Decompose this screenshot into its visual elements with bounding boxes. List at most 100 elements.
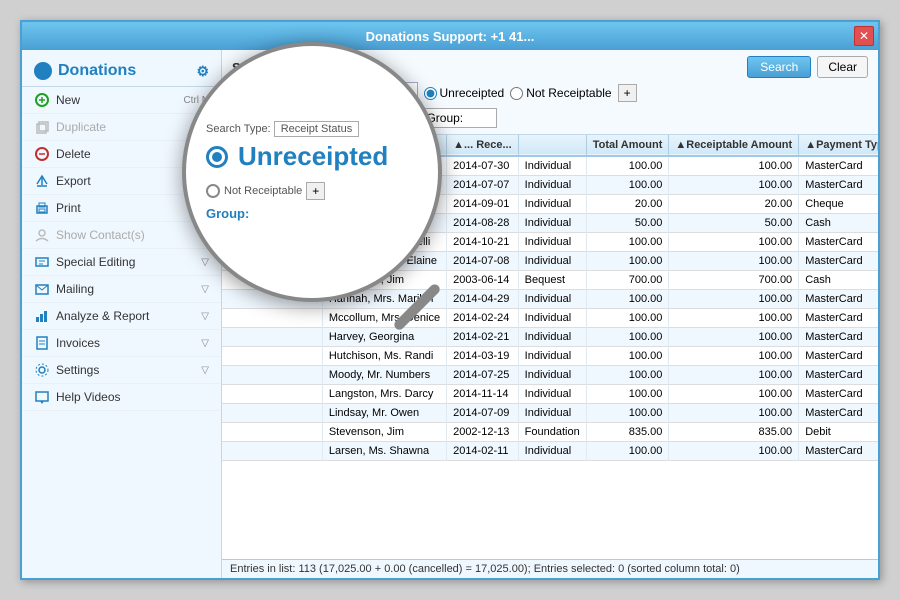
cell-receiptable: 50.00 xyxy=(669,214,799,233)
mag-plus-btn[interactable]: + xyxy=(306,182,325,200)
cell-payment: MasterCard xyxy=(799,252,878,271)
close-button[interactable]: ✕ xyxy=(854,26,874,46)
settings-icon xyxy=(34,362,50,378)
sidebar-item-print-label: Print xyxy=(56,201,81,215)
delete-icon xyxy=(34,146,50,162)
col-total[interactable]: Total Amount xyxy=(586,135,669,156)
sidebar-item-duplicate-label: Duplicate xyxy=(56,120,106,134)
sidebar-item-settings[interactable]: Settings ▽ xyxy=(22,357,221,384)
cell-name: Harvey, Georgina xyxy=(322,328,446,347)
cell-receiptable: 100.00 xyxy=(669,290,799,309)
table-row[interactable]: Stevenson, Jim 2002-12-13 Foundation 835… xyxy=(222,423,878,442)
plus-button[interactable]: + xyxy=(618,84,637,102)
table-row[interactable]: Langston, Mrs. Darcy 2014-11-14 Individu… xyxy=(222,385,878,404)
cell-payment: MasterCard xyxy=(799,442,878,461)
cell-tax xyxy=(222,309,322,328)
cell-receiptable: 100.00 xyxy=(669,309,799,328)
mag-unreceipted-row: Unreceipted xyxy=(206,141,388,172)
cell-tax xyxy=(222,442,322,461)
clear-button[interactable]: Clear xyxy=(817,56,868,78)
cell-payment: Debit xyxy=(799,423,878,442)
sidebar-item-help[interactable]: Help Videos xyxy=(22,384,221,411)
table-row[interactable]: Larsen, Ms. Shawna 2014-02-11 Individual… xyxy=(222,442,878,461)
mag-unreceipted-text: Unreceipted xyxy=(238,141,388,172)
cell-tax xyxy=(222,347,322,366)
cell-type: Individual xyxy=(518,442,586,461)
mag-not-receiptable-label: Not Receiptable xyxy=(224,185,302,197)
mag-empty-radio xyxy=(206,184,220,198)
cell-receiptable: 20.00 xyxy=(669,195,799,214)
mag-group-label: Group: xyxy=(206,206,249,221)
cell-payment: MasterCard xyxy=(799,347,878,366)
cell-receiptable: 100.00 xyxy=(669,328,799,347)
radio-unreceipted[interactable]: Unreceipted xyxy=(424,86,505,100)
mag-radio-dot xyxy=(212,152,222,162)
table-row[interactable]: Hutchison, Ms. Randi 2014-03-19 Individu… xyxy=(222,347,878,366)
title-bar: Donations Support: +1 41... ✕ xyxy=(22,22,878,50)
table-row[interactable]: Lindsay, Mr. Owen 2014-07-09 Individual … xyxy=(222,404,878,423)
settings-arrow: ▽ xyxy=(201,365,209,376)
sidebar-item-new[interactable]: New Ctrl N xyxy=(22,87,221,114)
sidebar-item-delete-label: Delete xyxy=(56,147,91,161)
cell-type: Foundation xyxy=(518,423,586,442)
cell-name: Larsen, Ms. Shawna xyxy=(322,442,446,461)
table-row[interactable]: Mccollum, Mrs. Denice 2014-02-24 Individ… xyxy=(222,309,878,328)
cell-type: Individual xyxy=(518,404,586,423)
cell-receiptable: 700.00 xyxy=(669,271,799,290)
status-text: Entries in list: 113 (17,025.00 + 0.00 (… xyxy=(230,563,740,575)
cell-type: Individual xyxy=(518,252,586,271)
donations-icon xyxy=(34,62,52,80)
sidebar-item-special-editing[interactable]: Special Editing ▽ xyxy=(22,249,221,276)
sidebar-item-special-label: Special Editing xyxy=(56,255,135,269)
sidebar-item-new-label: New xyxy=(56,93,80,107)
cell-total: 100.00 xyxy=(586,328,669,347)
cell-tax xyxy=(222,328,322,347)
cell-total: 100.00 xyxy=(586,385,669,404)
sidebar-item-invoices[interactable]: Invoices ▽ xyxy=(22,330,221,357)
cell-payment: MasterCard xyxy=(799,156,878,176)
magnifier-overlay: Search Type: Receipt Status Unreceipted … xyxy=(182,42,442,302)
radio-not-receiptable[interactable]: Not Receiptable xyxy=(510,86,611,100)
new-icon xyxy=(34,92,50,108)
sidebar-config-icon[interactable]: ⚙ xyxy=(196,63,209,80)
cell-payment: MasterCard xyxy=(799,385,878,404)
cell-receiptable: 100.00 xyxy=(669,176,799,195)
sidebar-item-mailing[interactable]: Mailing ▽ xyxy=(22,276,221,303)
mailing-arrow: ▽ xyxy=(201,284,209,295)
duplicate-icon xyxy=(34,119,50,135)
cell-total: 100.00 xyxy=(586,309,669,328)
sidebar-item-analyze[interactable]: Analyze & Report ▽ xyxy=(22,303,221,330)
special-icon xyxy=(34,254,50,270)
cell-receiptable: 100.00 xyxy=(669,233,799,252)
cell-date: 2014-09-01 xyxy=(447,195,519,214)
cell-tax xyxy=(222,385,322,404)
cell-receiptable: 100.00 xyxy=(669,385,799,404)
col-payment[interactable]: ▲Payment Type Name xyxy=(799,135,878,156)
col-type[interactable] xyxy=(518,135,586,156)
sidebar-item-export-label: Export xyxy=(56,174,91,188)
cell-tax xyxy=(222,366,322,385)
cell-total: 100.00 xyxy=(586,290,669,309)
analyze-icon xyxy=(34,308,50,324)
col-receiptable[interactable]: ▲Receiptable Amount xyxy=(669,135,799,156)
cell-date: 2014-08-28 xyxy=(447,214,519,233)
cell-date: 2014-07-08 xyxy=(447,252,519,271)
table-row[interactable]: Harvey, Georgina 2014-02-21 Individual 1… xyxy=(222,328,878,347)
cell-total: 700.00 xyxy=(586,271,669,290)
col-receipt-date[interactable]: ▲... Rece... xyxy=(447,135,519,156)
cell-date: 2014-11-14 xyxy=(447,385,519,404)
col-total-label: Total Amount xyxy=(593,139,663,151)
cell-tax xyxy=(222,404,322,423)
table-row[interactable]: Moody, Mr. Numbers 2014-07-25 Individual… xyxy=(222,366,878,385)
cell-type: Individual xyxy=(518,176,586,195)
search-button[interactable]: Search xyxy=(747,56,811,78)
cell-date: 2014-02-11 xyxy=(447,442,519,461)
cell-total: 835.00 xyxy=(586,423,669,442)
status-bar: Entries in list: 113 (17,025.00 + 0.00 (… xyxy=(222,559,878,578)
cell-name: Hutchison, Ms. Randi xyxy=(322,347,446,366)
cell-date: 2014-02-21 xyxy=(447,328,519,347)
cell-date: 2002-12-13 xyxy=(447,423,519,442)
cell-receiptable: 100.00 xyxy=(669,347,799,366)
cell-date: 2014-10-21 xyxy=(447,233,519,252)
cell-total: 100.00 xyxy=(586,442,669,461)
